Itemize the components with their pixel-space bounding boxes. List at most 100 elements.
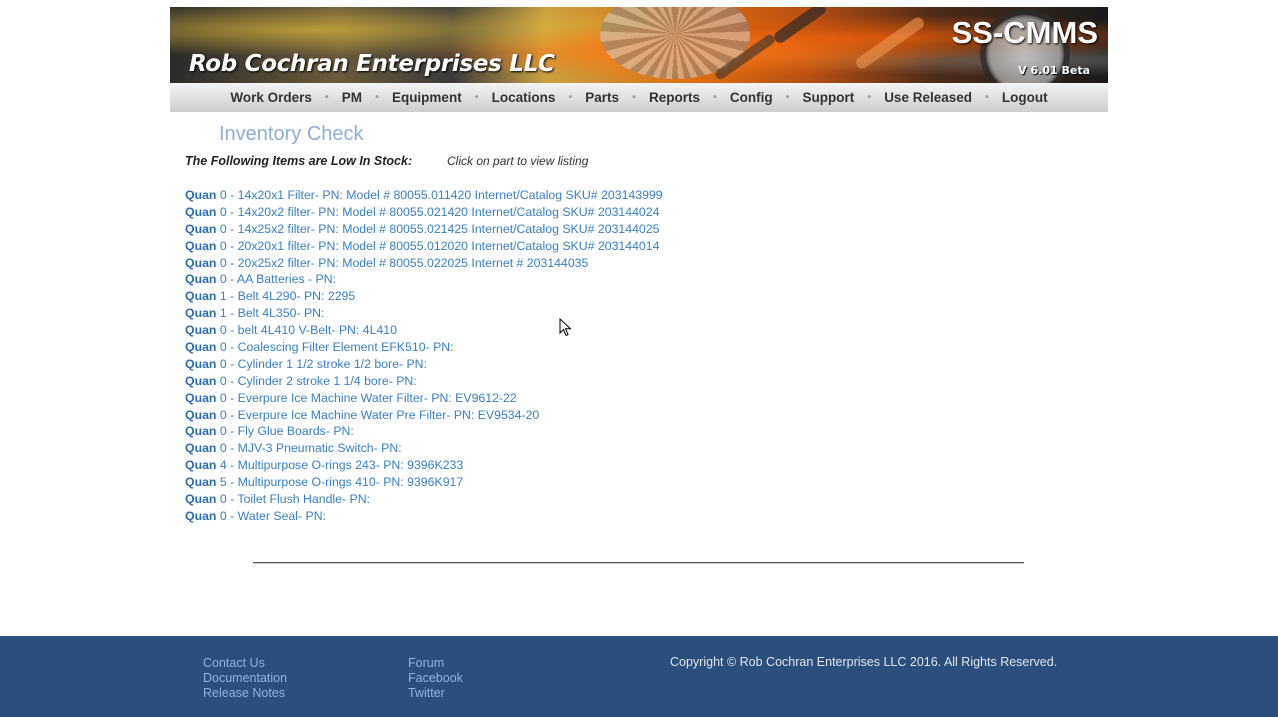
item-description: 14x20x2 filter- PN: Model # 80055.021420… xyxy=(237,204,660,219)
low-stock-item[interactable]: Quan 0 - Cylinder 2 stroke 1 1/4 bore- P… xyxy=(185,373,663,390)
footer-link-release-notes[interactable]: Release Notes xyxy=(203,686,287,701)
item-description: belt 4L410 V-Belt- PN: 4L410 xyxy=(237,323,397,338)
item-description: Belt 4L350- PN: xyxy=(237,306,325,321)
page-title: Inventory Check xyxy=(219,123,364,145)
item-quantity: 0 xyxy=(219,340,227,355)
nav-item-logout[interactable]: Logout xyxy=(1002,90,1048,105)
quan-label: Quan xyxy=(185,272,217,287)
footer-link-forum[interactable]: Forum xyxy=(408,656,463,671)
quan-label: Quan xyxy=(185,323,217,338)
quan-label: Quan xyxy=(185,221,217,236)
item-description: Multipurpose O-rings 243- PN: 9396K233 xyxy=(237,458,464,473)
footer-links-col2: Forum Facebook Twitter xyxy=(408,656,463,701)
banner-decoration xyxy=(771,7,829,46)
quan-label: Quan xyxy=(185,508,217,523)
low-stock-item[interactable]: Quan 0 - 20x20x1 filter- PN: Model # 800… xyxy=(185,238,663,255)
nav-item-reports[interactable]: Reports xyxy=(649,90,700,105)
nav-item-use-released[interactable]: Use Released xyxy=(884,90,972,105)
item-quantity: 1 xyxy=(219,306,227,321)
nav-item-pm[interactable]: PM xyxy=(342,90,362,105)
nav-item-locations[interactable]: Locations xyxy=(492,90,556,105)
app-name-logo: SS-CMMS xyxy=(951,15,1098,50)
item-quantity: 0 xyxy=(219,188,227,202)
nav-separator: • xyxy=(374,92,380,103)
low-stock-item[interactable]: Quan 0 - Everpure Ice Machine Water Pre … xyxy=(185,407,663,424)
nav-separator: • xyxy=(631,92,637,103)
quan-label: Quan xyxy=(185,238,217,253)
nav-item-config[interactable]: Config xyxy=(730,90,773,105)
item-quantity: 0 xyxy=(219,272,227,287)
low-stock-item[interactable]: Quan 4 - Multipurpose O-rings 243- PN: 9… xyxy=(185,457,663,474)
quan-label: Quan xyxy=(185,492,217,507)
main-nav: Work Orders • PM • Equipment • Locations • Parts… xyxy=(170,83,1108,112)
banner-decoration xyxy=(853,15,927,71)
low-stock-item[interactable]: Quan 0 - MJV-3 Pneumatic Switch- PN: xyxy=(185,440,663,457)
quan-label: Quan xyxy=(185,255,217,270)
item-description: AA Batteries - PN: xyxy=(236,272,337,287)
low-stock-item[interactable]: Quan 5 - Multipurpose O-rings 410- PN: 9… xyxy=(185,474,663,491)
low-stock-item[interactable]: Quan 0 - Everpure Ice Machine Water Filt… xyxy=(185,390,663,407)
item-quantity: 0 xyxy=(219,407,227,422)
divider xyxy=(253,562,1024,564)
item-quantity: 0 xyxy=(219,373,227,388)
company-name: Rob Cochran Enterprises LLC xyxy=(189,51,555,77)
low-stock-item[interactable]: Quan 0 - Coalescing Filter Element EFK51… xyxy=(185,339,663,356)
low-stock-item[interactable]: Quan 0 - belt 4L410 V-Belt- PN: 4L410 xyxy=(185,322,663,339)
header-banner: Rob Cochran Enterprises LLC SS-CMMS V 6.… xyxy=(170,7,1108,83)
nav-item-support[interactable]: Support xyxy=(803,90,855,105)
low-stock-item[interactable]: Quan 0 - 14x20x2 filter- PN: Model # 800… xyxy=(185,204,663,221)
item-description: Water Seal- PN: xyxy=(237,508,327,523)
quan-label: Quan xyxy=(185,373,217,388)
footer-link-facebook[interactable]: Facebook xyxy=(408,671,463,686)
item-description: 20x20x1 filter- PN: Model # 80055.012020… xyxy=(237,238,660,253)
item-quantity: 0 xyxy=(219,323,227,338)
low-stock-item[interactable]: Quan 0 - Toilet Flush Handle- PN: xyxy=(185,491,663,508)
nav-item-work-orders[interactable]: Work Orders xyxy=(230,90,312,105)
version-label: V 6.01 Beta xyxy=(1018,64,1090,77)
low-stock-list: Quan 0 - 14x20x1 Filter- PN: Model # 800… xyxy=(185,187,663,525)
nav-separator: • xyxy=(323,92,330,103)
low-stock-item[interactable]: Quan 1 - Belt 4L290- PN: 2295 xyxy=(185,288,663,305)
quan-label: Quan xyxy=(185,407,217,422)
item-quantity: 4 xyxy=(219,458,227,473)
mouse-pointer-icon xyxy=(559,318,572,337)
nav-separator: • xyxy=(567,92,574,103)
footer-link-twitter[interactable]: Twitter xyxy=(408,686,463,701)
item-description: 14x25x2 filter- PN: Model # 80055.021425… xyxy=(237,221,660,236)
low-stock-item[interactable]: Quan 1 - Belt 4L350- PN: xyxy=(185,305,663,322)
item-quantity: 1 xyxy=(219,289,227,304)
footer-link-contact-us[interactable]: Contact Us xyxy=(203,656,287,671)
low-stock-item[interactable]: Quan 0 - 14x25x2 filter- PN: Model # 800… xyxy=(185,221,663,238)
item-quantity: 0 xyxy=(219,424,227,439)
footer: Contact Us Documentation Release Notes For… xyxy=(0,636,1278,717)
item-quantity: 0 xyxy=(219,390,227,405)
nav-separator: • xyxy=(784,92,791,103)
item-description: Cylinder 1 1/2 stroke 1/2 bore- PN: xyxy=(237,356,427,371)
quan-label: Quan xyxy=(185,340,217,355)
low-stock-item[interactable]: Quan 0 - AA Batteries - PN: xyxy=(185,271,663,288)
item-quantity: 0 xyxy=(219,221,227,236)
item-description: 14x20x1 Filter- PN: Model # 80055.011420… xyxy=(237,188,663,202)
nav-item-equipment[interactable]: Equipment xyxy=(392,90,462,105)
item-description: Fly Glue Boards- PN: xyxy=(237,424,354,439)
low-stock-item[interactable]: Quan 0 - 14x20x1 Filter- PN: Model # 800… xyxy=(185,187,663,204)
item-description: 20x25x2 filter- PN: Model # 80055.022025… xyxy=(237,255,589,270)
item-description: MJV-3 Pneumatic Switch- PN: xyxy=(237,441,402,456)
low-stock-heading: The Following Items are Low In Stock: xyxy=(185,154,413,168)
nav-item-parts[interactable]: Parts xyxy=(585,90,619,105)
nav-separator: • xyxy=(866,92,873,103)
low-stock-item[interactable]: Quan 0 - Fly Glue Boards- PN: xyxy=(185,423,663,440)
item-description: Multipurpose O-rings 410- PN: 9396K917 xyxy=(237,475,464,490)
quan-label: Quan xyxy=(185,306,217,321)
low-stock-item[interactable]: Quan 0 - Cylinder 1 1/2 stroke 1/2 bore-… xyxy=(185,356,663,373)
footer-link-documentation[interactable]: Documentation xyxy=(203,671,287,686)
item-description: Toilet Flush Handle- PN: xyxy=(237,492,371,507)
copyright-text: Copyright © Rob Cochran Enterprises LLC … xyxy=(670,655,1058,669)
low-stock-item[interactable]: Quan 0 - Water Seal- PN: xyxy=(185,508,663,525)
item-quantity: 0 xyxy=(219,492,227,507)
item-quantity: 0 xyxy=(219,356,227,371)
low-stock-item[interactable]: Quan 0 - 20x25x2 filter- PN: Model # 800… xyxy=(185,255,663,272)
nav-separator: • xyxy=(984,92,990,103)
quan-label: Quan xyxy=(185,188,217,202)
item-description: Everpure Ice Machine Water Pre Filter- P… xyxy=(237,407,540,422)
